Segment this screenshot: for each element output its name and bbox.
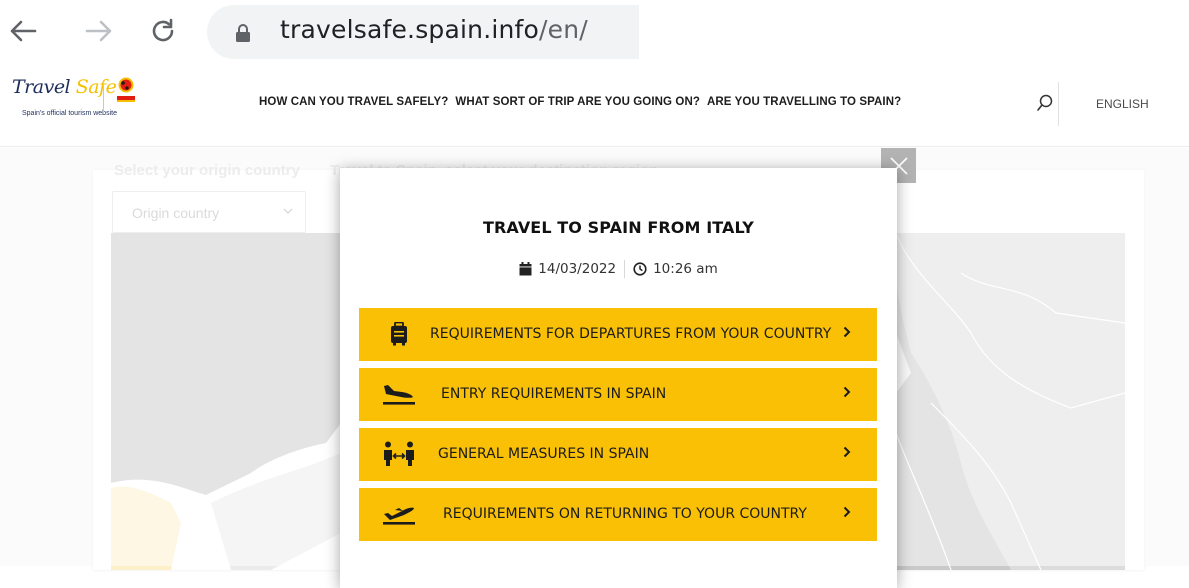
- general-measures-button[interactable]: GENERAL MEASURES IN SPAIN: [359, 428, 877, 481]
- return-requirements-label: REQUIREMENTS ON RETURNING TO YOUR COUNTR…: [443, 506, 807, 522]
- return-requirements-button[interactable]: REQUIREMENTS ON RETURNING TO YOUR COUNTR…: [359, 488, 877, 541]
- plane-landing-icon: [381, 379, 417, 409]
- arrow-right-icon: [85, 20, 112, 42]
- general-measures-label: GENERAL MEASURES IN SPAIN: [438, 446, 650, 462]
- main-nav: HOW CAN YOU TRAVEL SAFELY? WHAT SORT OF …: [259, 96, 901, 108]
- plane-departure-icon: [381, 499, 417, 529]
- travel-modal: TRAVEL TO SPAIN FROM ITALY 14/03/2022 10…: [340, 168, 897, 588]
- logo-divider: [103, 80, 104, 114]
- nav-sort-of-trip[interactable]: WHAT SORT OF TRIP ARE YOU GOING ON?: [455, 96, 700, 108]
- arrow-left-icon: [10, 20, 37, 42]
- departure-requirements-label: REQUIREMENTS FOR DEPARTURES FROM YOUR CO…: [430, 326, 832, 342]
- address-bar[interactable]: travelsafe.spain.info/en/: [207, 5, 639, 59]
- chevron-right-icon: [843, 326, 851, 338]
- forward-button[interactable]: [82, 14, 116, 48]
- meta-divider: [624, 260, 626, 278]
- back-button[interactable]: [6, 14, 40, 48]
- entry-requirements-label: ENTRY REQUIREMENTS IN SPAIN: [441, 386, 667, 402]
- search-icon[interactable]: [1037, 94, 1053, 111]
- modal-title: TRAVEL TO SPAIN FROM ITALY: [482, 218, 754, 237]
- chevron-right-icon: [843, 506, 851, 518]
- logo-travel-text: Travel: [12, 76, 71, 98]
- chevron-right-icon: [843, 386, 851, 398]
- departure-requirements-button[interactable]: REQUIREMENTS FOR DEPARTURES FROM YOUR CO…: [359, 308, 877, 361]
- site-header: Travel Safe Spain's official tourism web…: [0, 62, 1189, 147]
- url-path: /en/: [539, 15, 588, 44]
- reload-button[interactable]: [146, 14, 180, 48]
- social-distance-icon: [381, 439, 417, 469]
- reload-icon: [152, 18, 174, 42]
- lock-icon: [236, 24, 250, 42]
- chevron-right-icon: [843, 446, 851, 458]
- clock-icon: [633, 262, 647, 276]
- nav-how-travel-safely[interactable]: HOW CAN YOU TRAVEL SAFELY?: [259, 96, 448, 108]
- modal-datetime: 14/03/2022 10:26 am: [340, 260, 897, 278]
- entry-requirements-button[interactable]: ENTRY REQUIREMENTS IN SPAIN: [359, 368, 877, 421]
- logo-safe-text: Safe: [75, 76, 117, 98]
- nav-travelling-to-spain[interactable]: ARE YOU TRAVELLING TO SPAIN?: [707, 96, 901, 108]
- calendar-icon: [519, 262, 532, 276]
- browser-toolbar: travelsafe.spain.info/en/: [0, 0, 1189, 62]
- modal-time: 10:26 am: [653, 261, 718, 277]
- luggage-icon: [381, 319, 417, 349]
- language-divider: [1058, 82, 1059, 126]
- language-selector[interactable]: ENGLISH: [1096, 97, 1149, 111]
- modal-date: 14/03/2022: [538, 261, 617, 277]
- url-text: travelsafe.spain.info/en/: [280, 15, 588, 44]
- spain-sun-logo-icon: [117, 77, 135, 102]
- url-host: travelsafe.spain.info: [280, 15, 540, 44]
- site-logo[interactable]: Travel Safe: [12, 76, 117, 98]
